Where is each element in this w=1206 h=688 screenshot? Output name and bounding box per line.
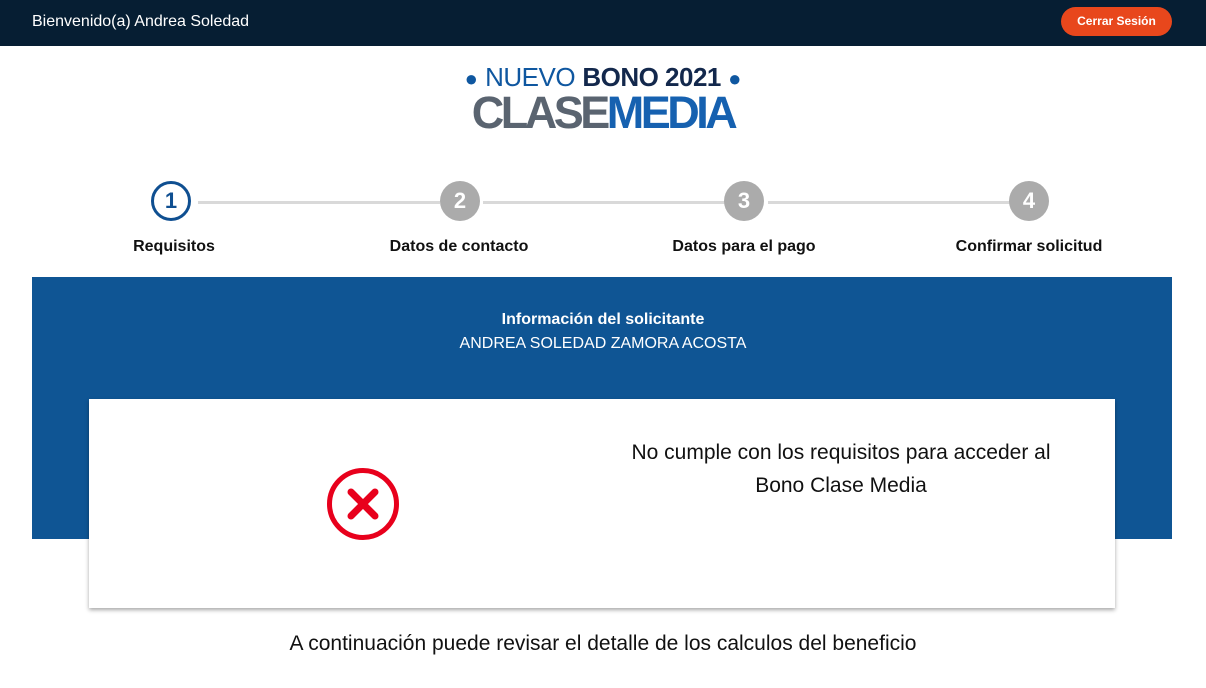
- step-connector: [768, 201, 1010, 204]
- applicant-info-title: Información del solicitante: [501, 311, 705, 328]
- step-2-label: Datos de contacto: [389, 238, 529, 255]
- result-card: [89, 399, 1115, 608]
- result-message: No cumple con los requisitos para accede…: [581, 436, 1101, 502]
- logo-line2: CLASEMEDIA: [442, 90, 764, 136]
- error-x-icon: [327, 468, 399, 540]
- result-message-line2: Bono Clase Media: [755, 474, 927, 497]
- top-bar: Bienvenido(a) Andrea Soledad Cerrar Sesi…: [0, 0, 1206, 46]
- step-4-circle[interactable]: 4: [1009, 181, 1049, 221]
- result-message-line1: No cumple con los requisitos para accede…: [631, 441, 1051, 464]
- step-connector: [483, 201, 725, 204]
- step-1-circle[interactable]: 1: [151, 181, 191, 221]
- step-4-label: Confirmar solicitud: [955, 238, 1103, 255]
- welcome-text: Bienvenido(a) Andrea Soledad: [32, 13, 250, 30]
- applicant-name: ANDREA SOLEDAD ZAMORA ACOSTA: [459, 335, 747, 352]
- step-connector: [198, 201, 440, 204]
- benefit-detail-intro: A continuación puede revisar el detalle …: [289, 632, 917, 655]
- step-3-label: Datos para el pago: [672, 238, 816, 255]
- logout-button[interactable]: Cerrar Sesión: [1061, 7, 1172, 36]
- step-1-label: Requisitos: [133, 238, 215, 255]
- bono-clase-media-logo: ● NUEVO BONO 2021 ● CLASEMEDIA: [442, 62, 764, 136]
- step-3-circle[interactable]: 3: [724, 181, 764, 221]
- logo-clase-text: CLASE: [471, 87, 611, 138]
- logo-media-text: MEDIA: [606, 87, 738, 138]
- step-2-circle[interactable]: 2: [440, 181, 480, 221]
